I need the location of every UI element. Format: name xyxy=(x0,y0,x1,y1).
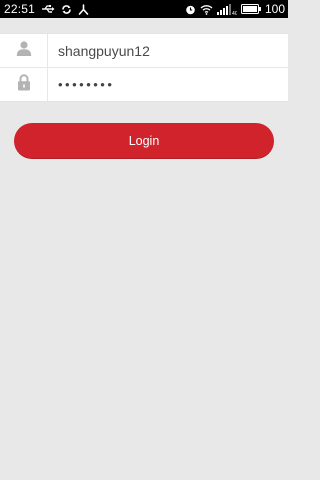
username-row[interactable]: shangpuyun12 xyxy=(0,34,288,67)
sync-icon xyxy=(61,4,72,15)
status-bar: 22:51 4G 100 xyxy=(0,0,288,18)
usb-icon xyxy=(41,4,55,14)
password-icon-cell xyxy=(0,68,48,101)
battery-icon xyxy=(240,4,261,14)
password-row[interactable]: •••••••• xyxy=(0,67,288,101)
wifi-icon xyxy=(200,4,213,15)
lock-icon xyxy=(17,73,31,96)
status-left: 22:51 xyxy=(4,2,89,16)
person-icon xyxy=(16,40,32,61)
svg-text:4G: 4G xyxy=(232,11,237,15)
status-right: 4G 100 xyxy=(185,2,285,16)
password-input[interactable]: •••••••• xyxy=(48,68,288,101)
username-input[interactable]: shangpuyun12 xyxy=(48,34,288,67)
alarm-icon xyxy=(185,4,196,15)
battery-level: 100 xyxy=(264,2,285,16)
username-icon-cell xyxy=(0,34,48,67)
login-form: shangpuyun12 •••••••• xyxy=(0,33,288,102)
status-time: 22:51 xyxy=(4,2,36,16)
network-icon xyxy=(78,3,89,15)
login-button[interactable]: Login xyxy=(14,123,274,159)
signal-icon: 4G xyxy=(216,3,237,15)
